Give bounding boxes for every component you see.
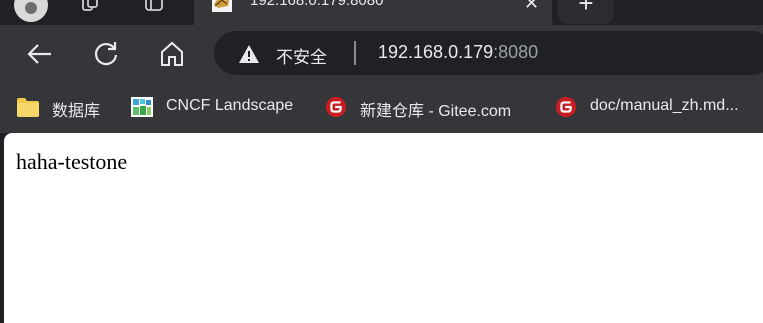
security-status[interactable]: 不安全 [276, 43, 327, 68]
bookmark-label: 新建仓库 - Gitee.com [360, 103, 512, 120]
arrow-left-icon [27, 44, 51, 64]
address-divider [354, 41, 356, 65]
reload-icon [94, 42, 118, 66]
page-content: haha-testone [4, 133, 763, 323]
url-host: 192.168.0.179 [378, 42, 494, 62]
url-port: :8080 [493, 42, 539, 62]
home-button[interactable] [156, 38, 188, 70]
active-tab[interactable]: 192.168.0.179:8080 ✕ [194, 0, 552, 25]
tab-title: 192.168.0.179:8080 [250, 0, 384, 9]
warning-icon[interactable] [238, 44, 260, 64]
bookmark-label: 数据库 [52, 103, 101, 120]
cncf-icon [131, 97, 153, 117]
new-tab-button[interactable]: + [558, 0, 614, 24]
url-text[interactable]: 192.168.0.179:8080 [378, 42, 538, 63]
tab-actions-button[interactable] [142, 0, 168, 18]
gitee-icon [555, 96, 577, 118]
folder-icon [17, 98, 39, 117]
page-text: haha-testone [16, 149, 128, 174]
avatar-icon [25, 2, 37, 14]
tomcat-favicon-icon [212, 0, 232, 12]
tab-actions-icon [145, 0, 163, 11]
gitee-icon [325, 96, 347, 118]
workspaces-icon [82, 0, 98, 11]
bookmark-label: CNCF Landscape [166, 97, 294, 114]
home-icon [161, 41, 183, 66]
tab-strip: 192.168.0.179:8080 ✕ + [0, 0, 763, 25]
address-bar[interactable]: 不安全 192.168.0.179:8080 [214, 31, 763, 75]
bookmarks-bar: 数据库 CNCF Landscape 新建仓库 - Gitee.com doc/… [0, 83, 763, 133]
tab-close-button[interactable]: ✕ [524, 0, 539, 14]
workspaces-button[interactable] [78, 0, 104, 18]
back-button[interactable] [24, 38, 56, 70]
profile-avatar-button[interactable] [14, 0, 48, 22]
toolbar: 不安全 192.168.0.179:8080 [0, 25, 763, 83]
reload-button[interactable] [90, 38, 122, 70]
bookmark-label: doc/manual_zh.md... [590, 97, 739, 114]
